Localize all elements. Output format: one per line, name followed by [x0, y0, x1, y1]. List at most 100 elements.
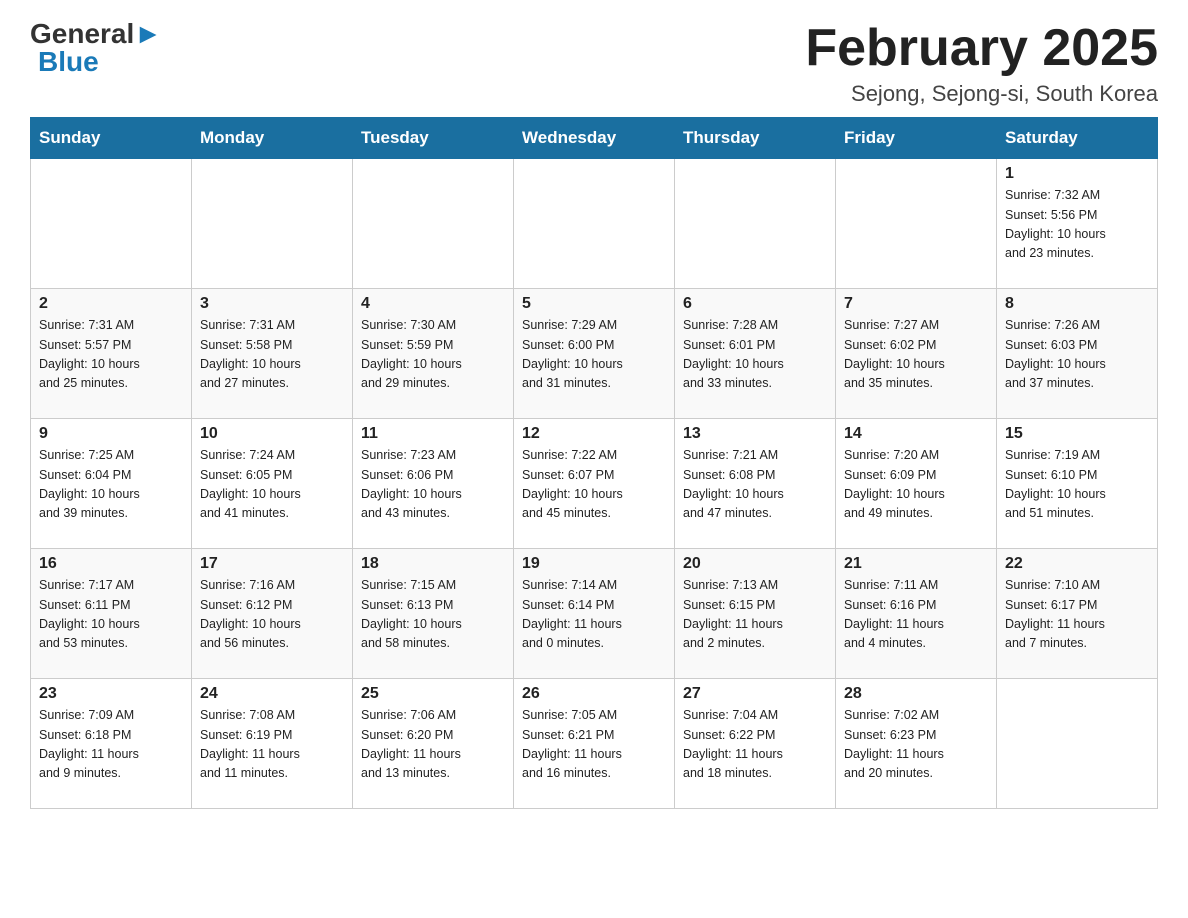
day-info: Sunrise: 7:14 AMSunset: 6:14 PMDaylight:…	[522, 576, 666, 654]
calendar-day-cell: 28 Sunrise: 7:02 AMSunset: 6:23 PMDayligh…	[836, 679, 997, 809]
calendar-day-cell	[675, 159, 836, 289]
calendar-day-cell: 25 Sunrise: 7:06 AMSunset: 6:20 PMDayligh…	[353, 679, 514, 809]
day-info: Sunrise: 7:26 AMSunset: 6:03 PMDaylight:…	[1005, 316, 1149, 394]
calendar-day-cell: 5 Sunrise: 7:29 AMSunset: 6:00 PMDaylight…	[514, 289, 675, 419]
calendar-day-cell: 7 Sunrise: 7:27 AMSunset: 6:02 PMDaylight…	[836, 289, 997, 419]
day-number: 27	[683, 685, 827, 703]
day-info: Sunrise: 7:06 AMSunset: 6:20 PMDaylight:…	[361, 706, 505, 784]
day-number: 13	[683, 425, 827, 443]
calendar-day-cell: 26Sunrise: 7:05 AMSunset: 6:21 PMDayligh…	[514, 679, 675, 809]
calendar-day-cell: 16 Sunrise: 7:17 AMSunset: 6:11 PMDayligh…	[31, 549, 192, 679]
day-info: Sunrise: 7:20 AMSunset: 6:09 PMDaylight:…	[844, 446, 988, 524]
day-number: 11	[361, 425, 505, 443]
day-number: 9	[39, 425, 183, 443]
calendar-day-cell: 8 Sunrise: 7:26 AMSunset: 6:03 PMDaylight…	[997, 289, 1158, 419]
day-number: 24	[200, 685, 344, 703]
calendar-day-cell: 4Sunrise: 7:30 AMSunset: 5:59 PMDaylight…	[353, 289, 514, 419]
day-info: Sunrise: 7:16 AMSunset: 6:12 PMDaylight:…	[200, 576, 344, 654]
calendar-week-row: 16 Sunrise: 7:17 AMSunset: 6:11 PMDayligh…	[31, 549, 1158, 679]
day-number: 16	[39, 555, 183, 573]
day-info: Sunrise: 7:04 AMSunset: 6:22 PMDaylight:…	[683, 706, 827, 784]
logo-general-text: General►	[30, 20, 162, 48]
day-info: Sunrise: 7:08 AMSunset: 6:19 PMDaylight:…	[200, 706, 344, 784]
calendar-week-row: 1 Sunrise: 7:32 AMSunset: 5:56 PMDaylight…	[31, 159, 1158, 289]
col-saturday: Saturday	[997, 118, 1158, 159]
day-info: Sunrise: 7:24 AMSunset: 6:05 PMDaylight:…	[200, 446, 344, 524]
calendar-day-cell	[997, 679, 1158, 809]
day-info: Sunrise: 7:15 AMSunset: 6:13 PMDaylight:…	[361, 576, 505, 654]
calendar-day-cell: 6Sunrise: 7:28 AMSunset: 6:01 PMDaylight…	[675, 289, 836, 419]
calendar-day-cell: 11 Sunrise: 7:23 AMSunset: 6:06 PMDayligh…	[353, 419, 514, 549]
month-title: February 2025	[805, 20, 1158, 77]
calendar-day-cell	[514, 159, 675, 289]
day-number: 3	[200, 295, 344, 313]
calendar-day-cell	[353, 159, 514, 289]
calendar-day-cell	[31, 159, 192, 289]
calendar-day-cell: 20 Sunrise: 7:13 AMSunset: 6:15 PMDayligh…	[675, 549, 836, 679]
calendar-day-cell: 23Sunrise: 7:09 AMSunset: 6:18 PMDayligh…	[31, 679, 192, 809]
day-info: Sunrise: 7:17 AMSunset: 6:11 PMDaylight:…	[39, 576, 183, 654]
day-number: 5	[522, 295, 666, 313]
calendar-header-row: Sunday Monday Tuesday Wednesday Thursday…	[31, 118, 1158, 159]
calendar-week-row: 23Sunrise: 7:09 AMSunset: 6:18 PMDayligh…	[31, 679, 1158, 809]
calendar-day-cell: 19 Sunrise: 7:14 AMSunset: 6:14 PMDayligh…	[514, 549, 675, 679]
day-number: 18	[361, 555, 505, 573]
day-number: 20	[683, 555, 827, 573]
logo: General► Blue	[30, 20, 162, 76]
day-info: Sunrise: 7:21 AMSunset: 6:08 PMDaylight:…	[683, 446, 827, 524]
day-info: Sunrise: 7:11 AMSunset: 6:16 PMDaylight:…	[844, 576, 988, 654]
day-info: Sunrise: 7:19 AMSunset: 6:10 PMDaylight:…	[1005, 446, 1149, 524]
day-info: Sunrise: 7:09 AMSunset: 6:18 PMDaylight:…	[39, 706, 183, 784]
day-number: 28	[844, 685, 988, 703]
day-info: Sunrise: 7:10 AMSunset: 6:17 PMDaylight:…	[1005, 576, 1149, 654]
calendar-week-row: 9 Sunrise: 7:25 AMSunset: 6:04 PMDaylight…	[31, 419, 1158, 549]
calendar-day-cell: 27 Sunrise: 7:04 AMSunset: 6:22 PMDayligh…	[675, 679, 836, 809]
calendar-day-cell: 13 Sunrise: 7:21 AMSunset: 6:08 PMDayligh…	[675, 419, 836, 549]
day-info: Sunrise: 7:31 AMSunset: 5:58 PMDaylight:…	[200, 316, 344, 394]
calendar-day-cell: 12Sunrise: 7:22 AMSunset: 6:07 PMDayligh…	[514, 419, 675, 549]
calendar-day-cell: 10Sunrise: 7:24 AMSunset: 6:05 PMDayligh…	[192, 419, 353, 549]
day-info: Sunrise: 7:22 AMSunset: 6:07 PMDaylight:…	[522, 446, 666, 524]
calendar-day-cell	[192, 159, 353, 289]
logo-blue-text: Blue	[38, 48, 99, 76]
col-wednesday: Wednesday	[514, 118, 675, 159]
day-number: 2	[39, 295, 183, 313]
day-info: Sunrise: 7:02 AMSunset: 6:23 PMDaylight:…	[844, 706, 988, 784]
calendar-day-cell: 14 Sunrise: 7:20 AMSunset: 6:09 PMDayligh…	[836, 419, 997, 549]
day-number: 17	[200, 555, 344, 573]
calendar-day-cell: 15 Sunrise: 7:19 AMSunset: 6:10 PMDayligh…	[997, 419, 1158, 549]
col-tuesday: Tuesday	[353, 118, 514, 159]
location: Sejong, Sejong-si, South Korea	[805, 81, 1158, 107]
calendar-day-cell: 9 Sunrise: 7:25 AMSunset: 6:04 PMDaylight…	[31, 419, 192, 549]
day-info: Sunrise: 7:30 AMSunset: 5:59 PMDaylight:…	[361, 316, 505, 394]
col-friday: Friday	[836, 118, 997, 159]
calendar-day-cell: 17 Sunrise: 7:16 AMSunset: 6:12 PMDayligh…	[192, 549, 353, 679]
day-number: 7	[844, 295, 988, 313]
day-number: 22	[1005, 555, 1149, 573]
calendar-day-cell: 3 Sunrise: 7:31 AMSunset: 5:58 PMDaylight…	[192, 289, 353, 419]
page: General► Blue February 2025 Sejong, Sejo…	[0, 0, 1188, 839]
calendar-day-cell: 1 Sunrise: 7:32 AMSunset: 5:56 PMDaylight…	[997, 159, 1158, 289]
calendar-day-cell	[836, 159, 997, 289]
calendar-week-row: 2Sunrise: 7:31 AMSunset: 5:57 PMDaylight…	[31, 289, 1158, 419]
day-info: Sunrise: 7:29 AMSunset: 6:00 PMDaylight:…	[522, 316, 666, 394]
day-number: 15	[1005, 425, 1149, 443]
calendar-day-cell: 2Sunrise: 7:31 AMSunset: 5:57 PMDaylight…	[31, 289, 192, 419]
header: General► Blue February 2025 Sejong, Sejo…	[30, 20, 1158, 107]
day-info: Sunrise: 7:13 AMSunset: 6:15 PMDaylight:…	[683, 576, 827, 654]
day-info: Sunrise: 7:25 AMSunset: 6:04 PMDaylight:…	[39, 446, 183, 524]
day-number: 1	[1005, 165, 1149, 183]
day-info: Sunrise: 7:27 AMSunset: 6:02 PMDaylight:…	[844, 316, 988, 394]
col-thursday: Thursday	[675, 118, 836, 159]
title-block: February 2025 Sejong, Sejong-si, South K…	[805, 20, 1158, 107]
calendar-day-cell: 24 Sunrise: 7:08 AMSunset: 6:19 PMDayligh…	[192, 679, 353, 809]
day-number: 26	[522, 685, 666, 703]
day-number: 25	[361, 685, 505, 703]
day-number: 19	[522, 555, 666, 573]
day-number: 8	[1005, 295, 1149, 313]
day-info: Sunrise: 7:23 AMSunset: 6:06 PMDaylight:…	[361, 446, 505, 524]
day-info: Sunrise: 7:32 AMSunset: 5:56 PMDaylight:…	[1005, 186, 1149, 264]
day-number: 6	[683, 295, 827, 313]
calendar-day-cell: 21Sunrise: 7:11 AMSunset: 6:16 PMDayligh…	[836, 549, 997, 679]
day-number: 14	[844, 425, 988, 443]
